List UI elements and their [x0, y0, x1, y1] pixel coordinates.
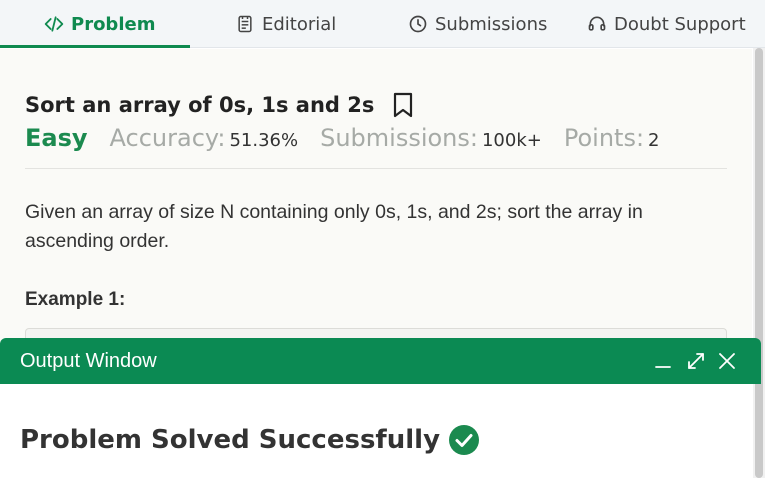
- problem-meta: Easy Accuracy: 51.36% Submissions: 100k+…: [25, 124, 660, 152]
- tab-editorial[interactable]: Editorial: [234, 0, 336, 48]
- clock-icon: [407, 13, 429, 35]
- submissions-label: Submissions:: [320, 124, 478, 152]
- output-window-header: Output Window: [0, 338, 761, 384]
- problem-description: Given an array of size N containing only…: [25, 201, 643, 252]
- accuracy-stat: Accuracy: 51.36%: [110, 124, 299, 152]
- tab-bar: Problem Editorial Submissions Doubt Supp…: [0, 0, 765, 48]
- tab-submissions[interactable]: Submissions: [407, 0, 547, 48]
- minimize-icon[interactable]: [653, 350, 675, 372]
- output-window-title: Output Window: [20, 350, 157, 372]
- tab-label: Doubt Support: [614, 13, 746, 35]
- result-message: Problem Solved Successfully: [20, 425, 441, 455]
- divider: [25, 168, 727, 169]
- scrollbar-thumb[interactable]: [755, 48, 763, 478]
- bookmark-icon[interactable]: [392, 92, 414, 118]
- headset-icon: [586, 13, 608, 35]
- accuracy-label: Accuracy:: [109, 124, 226, 152]
- check-circle-icon: [448, 424, 480, 456]
- result-row: Problem Solved Successfully: [20, 424, 480, 456]
- tab-label: Editorial: [262, 13, 337, 35]
- points-value: 2: [648, 130, 660, 151]
- tab-label: Problem: [71, 13, 156, 35]
- active-tab-indicator: [0, 45, 190, 48]
- example-heading: Example 1:: [25, 289, 126, 310]
- difficulty-badge: Easy: [25, 124, 88, 152]
- points-label: Points:: [563, 124, 645, 152]
- tab-problem[interactable]: Problem: [43, 0, 155, 48]
- accuracy-value: 51.36%: [229, 130, 299, 151]
- problem-title: Sort an array of 0s, 1s and 2s: [25, 93, 375, 117]
- points-stat: Points: 2: [564, 124, 660, 152]
- submissions-stat: Submissions: 100k+: [320, 124, 542, 152]
- expand-icon[interactable]: [685, 350, 707, 372]
- submissions-value: 100k+: [481, 130, 542, 151]
- code-icon: [43, 13, 65, 35]
- tab-doubt-support[interactable]: Doubt Support: [586, 0, 746, 48]
- close-icon[interactable]: [716, 350, 738, 372]
- document-icon: [234, 13, 256, 35]
- problem-title-row: Sort an array of 0s, 1s and 2s: [25, 92, 414, 118]
- tab-label: Submissions: [435, 13, 548, 35]
